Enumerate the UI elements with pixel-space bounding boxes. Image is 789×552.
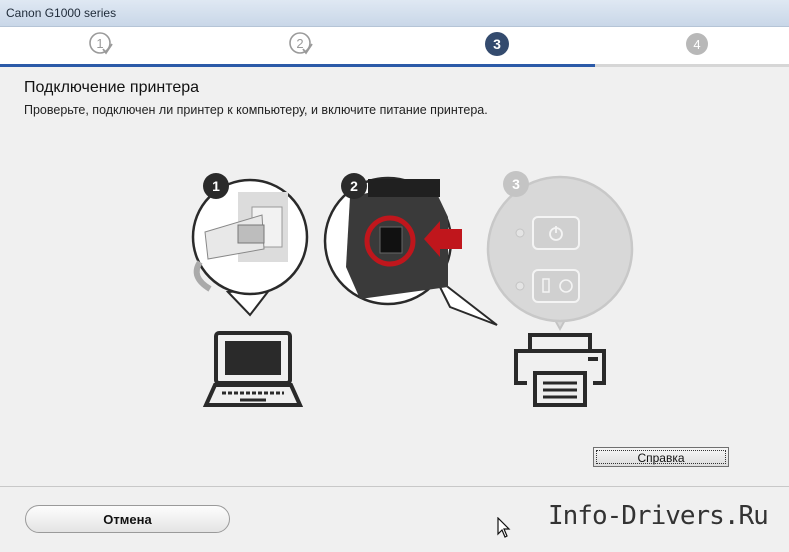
step-4-number: 4: [693, 37, 700, 52]
title-bar: Canon G1000 series: [0, 0, 789, 27]
window-title: Canon G1000 series: [6, 6, 117, 20]
printer-port-bubble: 2: [323, 173, 498, 326]
help-button[interactable]: Справка: [593, 447, 729, 467]
main-content: Подключение принтера Проверьте, подключе…: [0, 67, 789, 485]
step-4-pending-icon: 4: [686, 33, 708, 55]
step-2-done-icon: 2: [289, 32, 313, 55]
callout-2-number: 2: [350, 178, 358, 194]
connection-illustration: 1 2 3: [191, 171, 634, 407]
callout-3-number: 3: [512, 176, 520, 192]
power-button-bubble: 3: [486, 171, 634, 332]
footer-bar: Отмена Info-Drivers.Ru: [0, 487, 789, 552]
usb-cable-bubble: 1: [191, 173, 309, 317]
laptop-icon: [202, 331, 304, 407]
step-2-number: 2: [296, 36, 303, 51]
cancel-button[interactable]: Отмена: [25, 505, 230, 533]
step-3-number: 3: [493, 36, 501, 52]
step-1-done-icon: 1: [89, 32, 113, 55]
callout-1-number: 1: [212, 178, 220, 194]
watermark-text: Info-Drivers.Ru: [548, 501, 769, 531]
step-indicator: 1 2 3 4: [0, 27, 789, 65]
printer-icon: [514, 333, 606, 407]
mouse-cursor-icon: [497, 517, 511, 538]
step-1-number: 1: [96, 36, 103, 51]
step-3-current-icon: 3: [485, 32, 509, 56]
